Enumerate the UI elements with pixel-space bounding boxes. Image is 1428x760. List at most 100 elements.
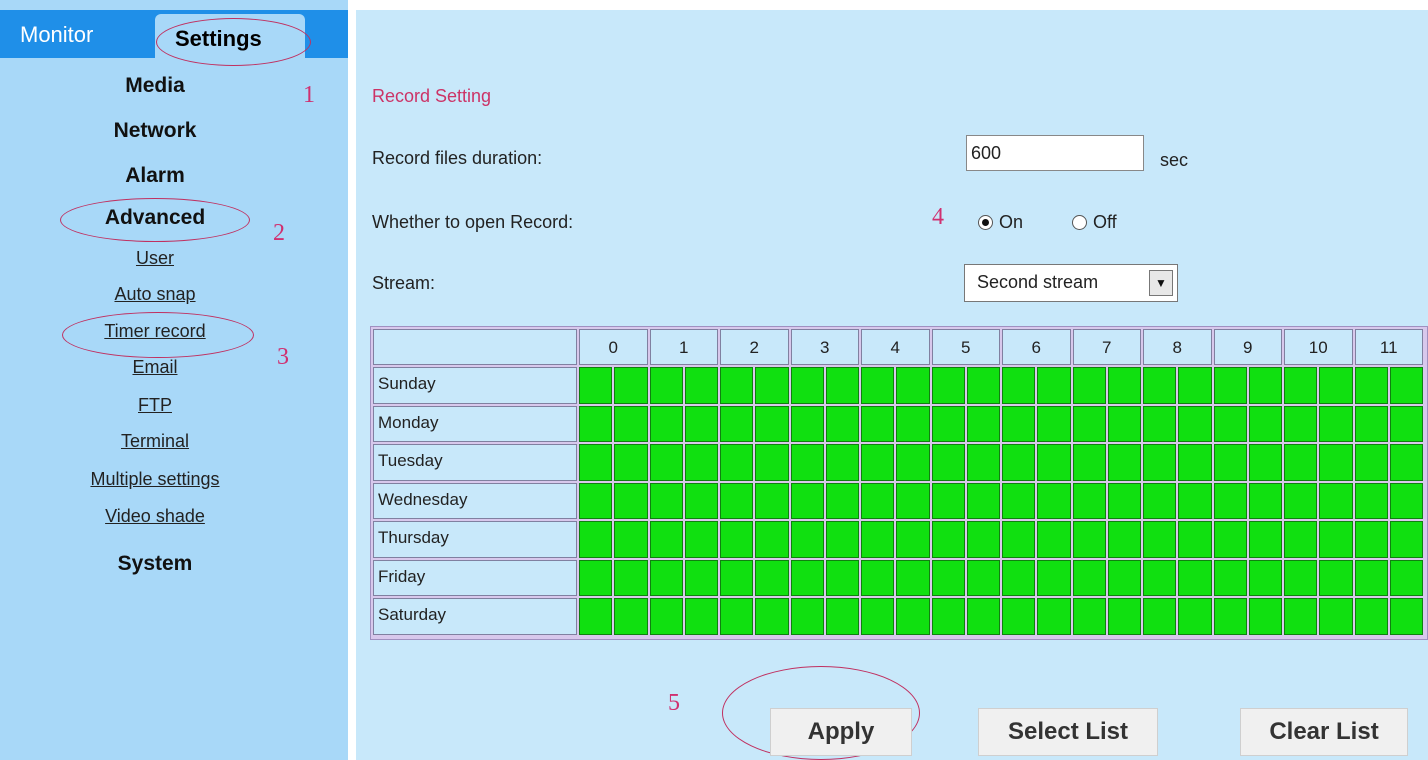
schedule-slot[interactable] (896, 521, 930, 558)
schedule-slot[interactable] (931, 521, 965, 558)
duration-input[interactable] (966, 135, 1144, 171)
schedule-slot[interactable] (720, 444, 754, 481)
schedule-slot[interactable] (1248, 405, 1282, 442)
schedule-slot[interactable] (966, 367, 1000, 404)
schedule-slot[interactable] (1284, 521, 1318, 558)
schedule-slot[interactable] (896, 598, 930, 635)
schedule-slot[interactable] (1389, 559, 1423, 596)
schedule-slot[interactable] (1284, 559, 1318, 596)
schedule-slot[interactable] (825, 559, 859, 596)
schedule-slot[interactable] (1389, 598, 1423, 635)
schedule-slot[interactable] (684, 521, 718, 558)
nav-alarm[interactable]: Alarm (0, 164, 310, 188)
schedule-slot[interactable] (1213, 444, 1247, 481)
schedule-slot[interactable] (614, 405, 648, 442)
schedule-slot[interactable] (1002, 444, 1036, 481)
schedule-slot[interactable] (1143, 367, 1177, 404)
schedule-slot[interactable] (790, 559, 824, 596)
schedule-slot[interactable] (1389, 405, 1423, 442)
schedule-slot[interactable] (579, 482, 613, 519)
schedule-slot[interactable] (1248, 598, 1282, 635)
radio-on-label[interactable]: On (999, 212, 1023, 233)
schedule-slot[interactable] (1178, 482, 1212, 519)
schedule-slot[interactable] (684, 367, 718, 404)
schedule-slot[interactable] (1072, 367, 1106, 404)
schedule-slot[interactable] (1248, 559, 1282, 596)
schedule-slot[interactable] (790, 405, 824, 442)
schedule-slot[interactable] (896, 367, 930, 404)
schedule-slot[interactable] (1178, 367, 1212, 404)
schedule-slot[interactable] (790, 367, 824, 404)
schedule-slot[interactable] (825, 521, 859, 558)
schedule-slot[interactable] (790, 521, 824, 558)
schedule-slot[interactable] (649, 521, 683, 558)
schedule-slot[interactable] (1107, 559, 1141, 596)
schedule-slot[interactable] (1319, 405, 1353, 442)
schedule-slot[interactable] (1389, 521, 1423, 558)
schedule-slot[interactable] (1213, 405, 1247, 442)
schedule-slot[interactable] (1143, 482, 1177, 519)
schedule-slot[interactable] (1354, 405, 1388, 442)
schedule-slot[interactable] (1107, 444, 1141, 481)
schedule-slot[interactable] (579, 598, 613, 635)
schedule-slot[interactable] (579, 367, 613, 404)
nav-link-auto-snap[interactable]: Auto snap (0, 284, 310, 305)
nav-link-terminal[interactable]: Terminal (0, 431, 310, 452)
schedule-slot[interactable] (1072, 559, 1106, 596)
schedule-slot[interactable] (1037, 367, 1071, 404)
schedule-slot[interactable] (1143, 559, 1177, 596)
schedule-slot[interactable] (720, 367, 754, 404)
schedule-slot[interactable] (1072, 482, 1106, 519)
schedule-slot[interactable] (1143, 521, 1177, 558)
schedule-slot[interactable] (1072, 444, 1106, 481)
schedule-slot[interactable] (825, 405, 859, 442)
schedule-slot[interactable] (579, 559, 613, 596)
schedule-slot[interactable] (1002, 482, 1036, 519)
schedule-slot[interactable] (755, 521, 789, 558)
schedule-slot[interactable] (1143, 598, 1177, 635)
schedule-slot[interactable] (1319, 444, 1353, 481)
schedule-slot[interactable] (896, 482, 930, 519)
schedule-slot[interactable] (649, 367, 683, 404)
schedule-slot[interactable] (1143, 444, 1177, 481)
schedule-slot[interactable] (720, 521, 754, 558)
schedule-slot[interactable] (861, 521, 895, 558)
schedule-slot[interactable] (1354, 559, 1388, 596)
schedule-slot[interactable] (1284, 444, 1318, 481)
schedule-slot[interactable] (1354, 598, 1388, 635)
nav-link-email[interactable]: Email (0, 357, 310, 378)
schedule-slot[interactable] (1213, 598, 1247, 635)
schedule-slot[interactable] (1037, 405, 1071, 442)
schedule-slot[interactable] (1213, 367, 1247, 404)
schedule-slot[interactable] (1354, 521, 1388, 558)
radio-off-label[interactable]: Off (1093, 212, 1117, 233)
schedule-slot[interactable] (861, 405, 895, 442)
schedule-slot[interactable] (755, 367, 789, 404)
schedule-slot[interactable] (1002, 405, 1036, 442)
schedule-slot[interactable] (1107, 482, 1141, 519)
schedule-slot[interactable] (1248, 482, 1282, 519)
schedule-slot[interactable] (1037, 559, 1071, 596)
nav-media[interactable]: Media (0, 74, 310, 98)
schedule-slot[interactable] (896, 405, 930, 442)
schedule-slot[interactable] (966, 444, 1000, 481)
schedule-slot[interactable] (684, 559, 718, 596)
schedule-slot[interactable] (684, 482, 718, 519)
schedule-slot[interactable] (1037, 598, 1071, 635)
schedule-slot[interactable] (1213, 521, 1247, 558)
schedule-slot[interactable] (825, 444, 859, 481)
schedule-slot[interactable] (931, 482, 965, 519)
nav-link-user[interactable]: User (0, 248, 310, 269)
schedule-slot[interactable] (649, 444, 683, 481)
schedule-slot[interactable] (1037, 444, 1071, 481)
schedule-slot[interactable] (720, 559, 754, 596)
schedule-slot[interactable] (1178, 598, 1212, 635)
schedule-slot[interactable] (755, 598, 789, 635)
schedule-slot[interactable] (790, 598, 824, 635)
schedule-slot[interactable] (931, 444, 965, 481)
schedule-slot[interactable] (1002, 521, 1036, 558)
schedule-slot[interactable] (1072, 521, 1106, 558)
nav-system[interactable]: System (0, 552, 310, 576)
schedule-slot[interactable] (931, 367, 965, 404)
schedule-slot[interactable] (720, 598, 754, 635)
